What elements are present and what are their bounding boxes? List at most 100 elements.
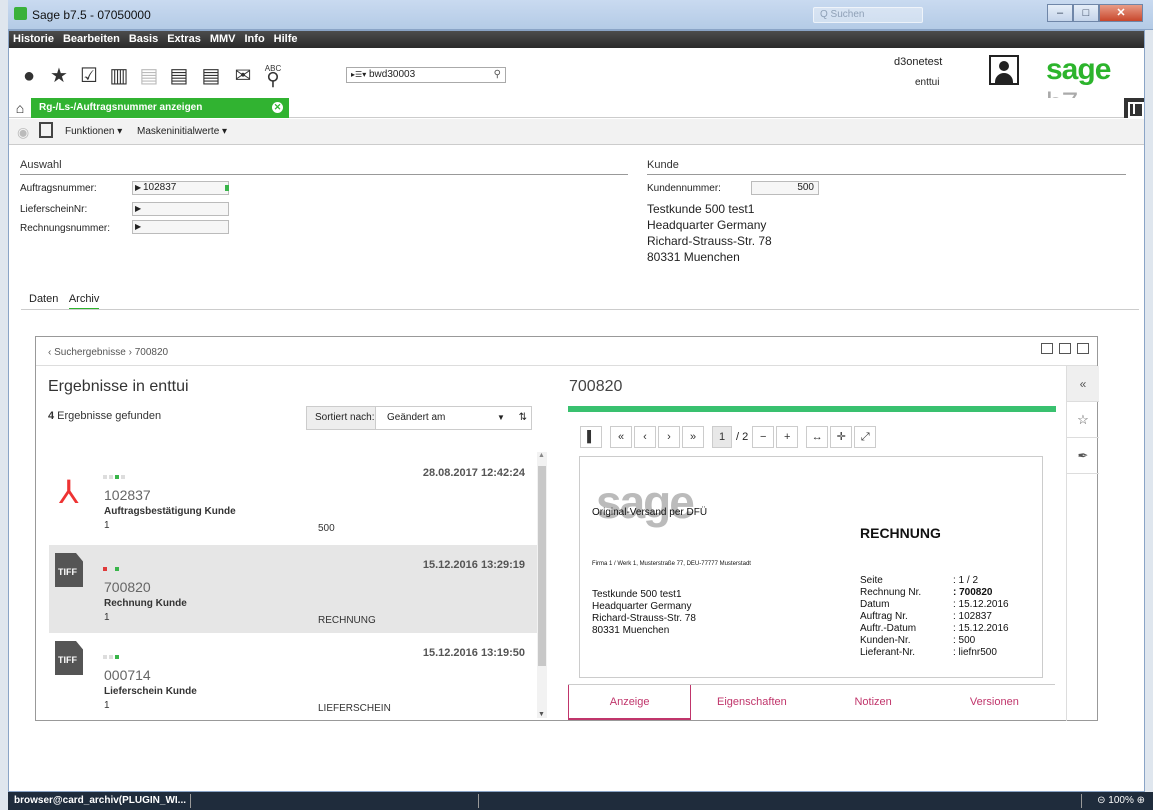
rechnungsnummer-field[interactable]: ▶ <box>132 220 229 234</box>
result-type: Auftragsbestätigung Kunde <box>104 506 236 517</box>
page-total: / 2 <box>736 431 749 443</box>
home-icon[interactable]: ⌂ <box>9 98 31 118</box>
results-scrollbar[interactable]: ▲ ▼ <box>537 452 547 718</box>
clipboard-check-icon[interactable]: ☑ <box>77 64 101 88</box>
functions-dropdown[interactable]: Funktionen ▾ <box>65 126 122 137</box>
tab-notizen[interactable]: Notizen <box>813 685 934 720</box>
kundennummer-field[interactable]: 500 <box>751 181 819 195</box>
result-number: 700820 <box>104 579 151 595</box>
mask-initial-values-dropdown[interactable]: Maskeninitialwerte ▾ <box>137 126 227 137</box>
tab-auftragsnummer[interactable]: Rg-/Ls-/Auftragsnummer anzeigen ✕ <box>31 98 289 118</box>
minimize-button[interactable]: – <box>1047 4 1073 22</box>
split-view-icon[interactable] <box>1041 343 1053 354</box>
status-bar: browser@card_archiv(PLUGIN_WI... ⊝ 100% … <box>8 792 1153 810</box>
tab-row: ⌂ Rg-/Ls-/Auftragsnummer anzeigen ✕ <box>9 98 1144 118</box>
address-line: Testkunde 500 test1 <box>592 589 682 600</box>
close-tab-icon[interactable]: ✕ <box>272 102 283 113</box>
menu-bearbeiten[interactable]: Bearbeiten <box>63 31 120 48</box>
result-type: Rechnung Kunde <box>104 598 187 609</box>
star-outline-icon[interactable]: ☆ <box>1067 402 1099 438</box>
tab-archiv[interactable]: Archiv <box>68 293 100 310</box>
tab-daten[interactable]: Daten <box>29 293 58 305</box>
search-icon[interactable]: ⚲ <box>494 68 501 82</box>
viewer-toolbar: ▌ « ‹ › » 1 / 2 − + ↔ ✛ ⤢ <box>580 424 878 450</box>
chart-icon[interactable]: ▥ <box>107 64 131 88</box>
print-list-icon[interactable]: ▤ <box>167 64 191 88</box>
document-heading: RECHNUNG <box>860 525 941 541</box>
kunde-line2: Headquarter Germany <box>647 218 767 232</box>
menu-info[interactable]: Info <box>245 31 265 48</box>
prev-page-icon[interactable]: ‹ <box>634 426 656 448</box>
tab-versionen[interactable]: Versionen <box>934 685 1055 720</box>
menu-extras[interactable]: Extras <box>167 31 201 48</box>
mail-icon[interactable]: ✉ <box>231 64 255 88</box>
page-input[interactable]: 1 <box>712 426 732 448</box>
print-icon[interactable]: ▤ <box>137 64 161 88</box>
tab-eigenschaften[interactable]: Eigenschaften <box>691 685 812 720</box>
tab-anzeige[interactable]: Anzeige <box>568 685 692 720</box>
document-stamp: Original-Versand per DFÜ <box>592 507 708 518</box>
scroll-up-icon[interactable]: ▲ <box>538 452 545 459</box>
zoom-in-icon[interactable]: + <box>776 426 799 448</box>
popout-icon[interactable] <box>1077 343 1089 354</box>
field-arrow-icon: ▶ <box>135 183 142 192</box>
menu-hilfe[interactable]: Hilfe <box>274 31 298 48</box>
result-item[interactable]: ⅄ 28.08.2017 12:42:24 102837 Auftragsbes… <box>49 453 537 541</box>
single-view-icon[interactable] <box>1059 343 1071 354</box>
collapse-icon[interactable]: « <box>1067 366 1099 402</box>
scroll-down-icon[interactable]: ▼ <box>538 711 545 718</box>
results-title: Ergebnisse in enttui <box>48 378 189 395</box>
breadcrumb[interactable]: ‹ Suchergebnisse › 700820 <box>48 347 168 358</box>
archive-panel: ‹ Suchergebnisse › 700820 Ergebnisse in … <box>35 336 1099 721</box>
result-date: 15.12.2016 13:29:19 <box>422 559 525 571</box>
pdf-icon: ⅄ <box>59 474 79 510</box>
result-type: Lieferschein Kunde <box>104 686 197 697</box>
scrollbar-thumb[interactable] <box>538 466 546 666</box>
command-input[interactable]: ▸☰▾ bwd30003 ⚲ <box>346 67 506 83</box>
meta-value: : 15.12.2016 <box>953 623 1009 634</box>
sort-select[interactable]: Sortiert nach: Geändert am ▼ ⇅ <box>306 406 532 430</box>
result-value: LIEFERSCHEIN <box>318 703 391 714</box>
kunde-street: Richard-Strauss-Str. 78 <box>647 234 772 248</box>
avatar[interactable] <box>989 55 1019 85</box>
inner-tabs-divider <box>21 309 1139 310</box>
person-icon[interactable]: ● <box>17 64 41 88</box>
window-search[interactable]: Q Suchen <box>813 7 923 23</box>
result-item[interactable]: TIFF 15.12.2016 13:19:50 000714 Liefersc… <box>49 633 537 721</box>
sort-direction-icon[interactable]: ⇅ <box>519 407 527 429</box>
eye-icon[interactable]: ◉ <box>17 124 29 141</box>
menu-historie[interactable]: Historie <box>13 31 54 48</box>
lieferscheinnr-field[interactable]: ▶ <box>132 202 229 216</box>
next-page-icon[interactable]: › <box>658 426 680 448</box>
new-document-icon[interactable] <box>39 122 53 138</box>
maximize-button[interactable]: □ <box>1073 4 1099 22</box>
view-icons <box>1041 343 1089 354</box>
thumbnail-icon[interactable]: ▌ <box>580 426 602 448</box>
auftragsnummer-field[interactable]: ▶ 102837 <box>132 181 229 195</box>
meta-value: : 102837 <box>953 611 992 622</box>
grid-icon[interactable] <box>1124 98 1144 118</box>
fullscreen-icon[interactable]: ⤢ <box>854 426 877 448</box>
result-date: 15.12.2016 13:19:50 <box>422 647 525 659</box>
star-icon[interactable]: ★ <box>47 64 71 88</box>
auswahl-divider <box>20 174 628 175</box>
zoom-out-icon[interactable]: − <box>752 426 775 448</box>
close-button[interactable]: ✕ <box>1099 4 1143 22</box>
pen-icon[interactable]: ✒ <box>1067 438 1099 474</box>
status-separator <box>190 794 191 808</box>
last-page-icon[interactable]: » <box>682 426 704 448</box>
fit-width-icon[interactable]: ↔ <box>806 426 829 448</box>
field-arrow-icon: ▶ <box>135 222 142 231</box>
spellcheck-icon[interactable]: ABC ⚲ <box>261 64 285 88</box>
result-item-selected[interactable]: TIFF 15.12.2016 13:29:19 700820 Rechnung… <box>49 545 537 633</box>
fit-page-icon[interactable]: ✛ <box>830 426 853 448</box>
window-titlebar: Sage b7.5 - 07050000 Q Suchen – □ ✕ <box>8 0 1153 30</box>
first-page-icon[interactable]: « <box>610 426 632 448</box>
menu-mmv[interactable]: MMV <box>210 31 236 48</box>
kunde-divider <box>647 174 1126 175</box>
menu-basis[interactable]: Basis <box>129 31 158 48</box>
field-arrow-icon: ▶ <box>135 204 142 213</box>
result-count: 1 <box>104 700 110 711</box>
print-settings-icon[interactable]: ▤ <box>199 64 223 88</box>
zoom-control[interactable]: ⊝ 100% ⊕ <box>1097 792 1145 810</box>
